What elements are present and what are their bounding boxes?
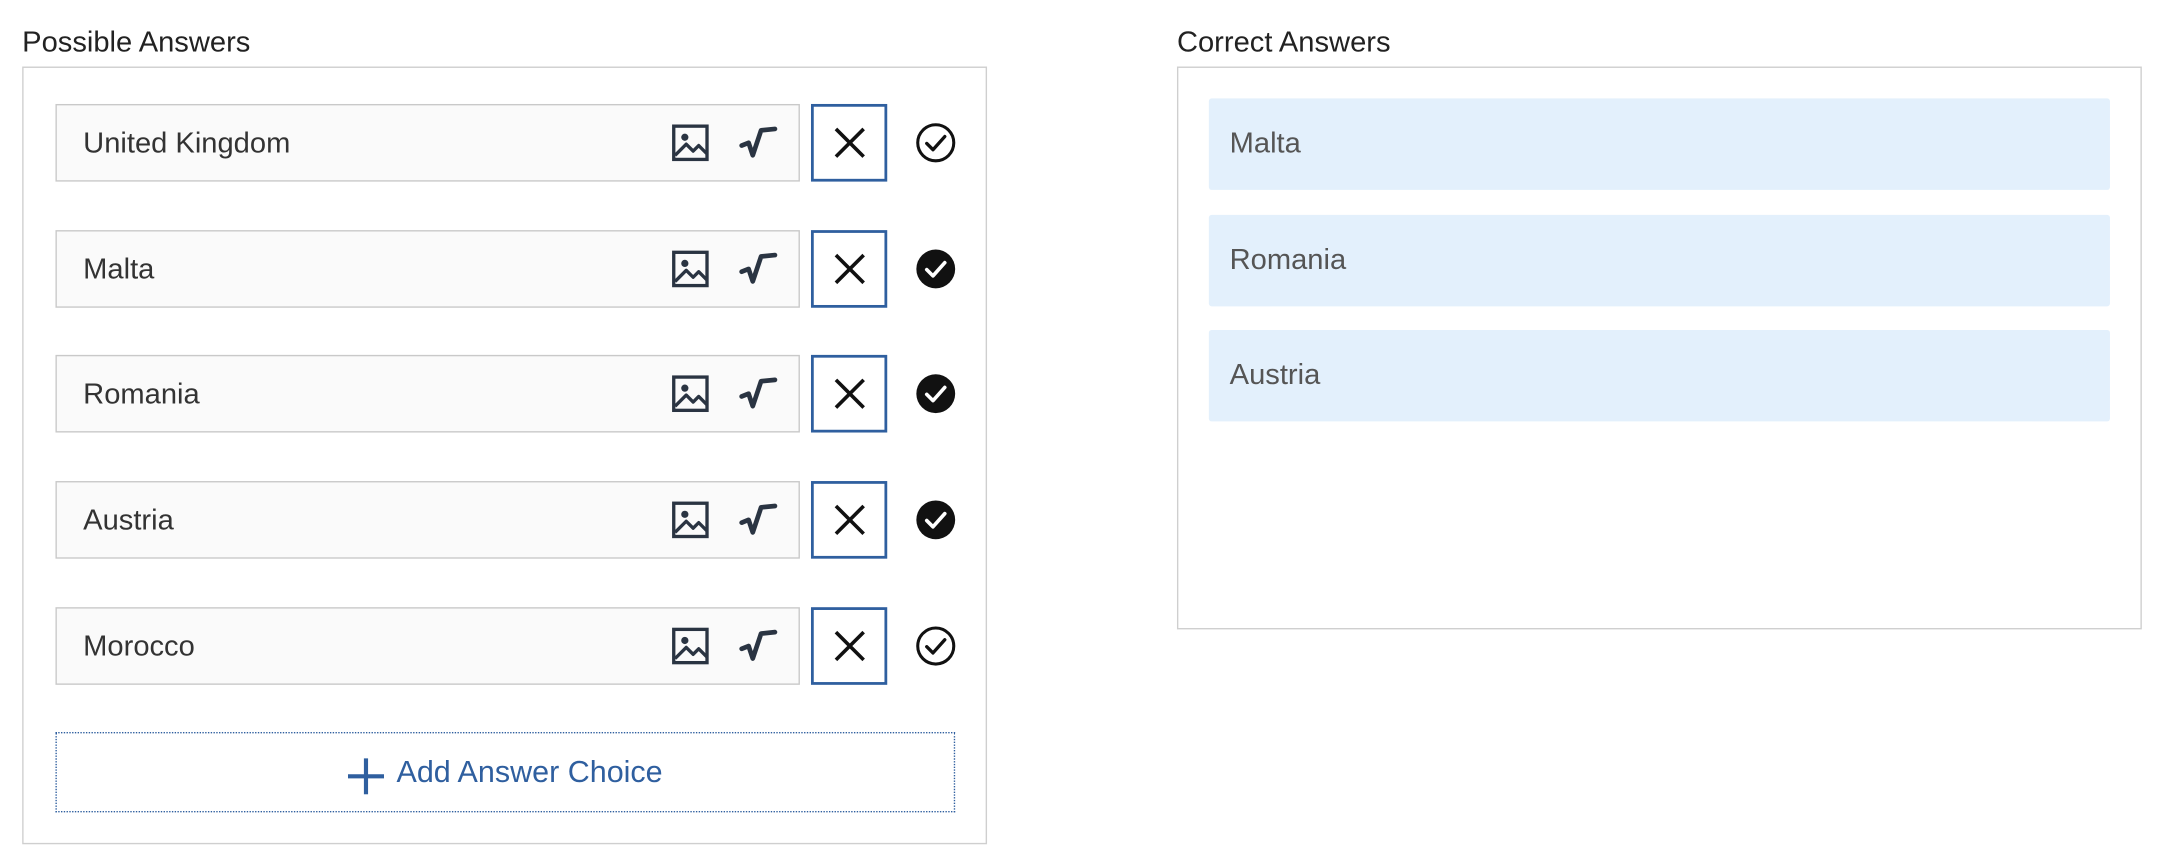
remove-answer-button[interactable] [810, 103, 888, 182]
close-icon [833, 127, 865, 158]
remove-answer-button[interactable] [810, 481, 888, 559]
square-root-icon[interactable] [739, 502, 778, 541]
square-root-icon[interactable] [739, 251, 778, 290]
image-icon[interactable] [671, 500, 710, 539]
answer-input[interactable]: United Kingdom [55, 103, 800, 182]
answer-row: Morocco [55, 607, 959, 687]
answer-row: United Kingdom [55, 103, 959, 184]
answer-input[interactable]: Morocco [55, 607, 800, 685]
correct-answer-item[interactable]: Malta [1208, 98, 2110, 190]
close-icon [833, 630, 865, 662]
check-circle-filled-icon[interactable] [915, 248, 957, 290]
correct-answers-panel: Malta Romania Austria [1176, 66, 2142, 630]
add-answer-choice-button[interactable]: Add Answer Choice [55, 731, 956, 813]
correct-answer-text: Malta [1229, 127, 1301, 160]
correct-answer-text: Austria [1229, 359, 1321, 391]
answer-row: Romania [55, 354, 959, 435]
correct-answer-item[interactable]: Romania [1208, 214, 2110, 307]
answer-input[interactable]: Austria [55, 481, 800, 559]
answer-text: Romania [83, 378, 200, 411]
square-root-icon[interactable] [739, 125, 778, 164]
remove-answer-button[interactable] [810, 230, 888, 308]
image-icon[interactable] [671, 250, 710, 289]
answer-input[interactable]: Malta [55, 230, 800, 308]
plus-icon [347, 758, 385, 795]
remove-answer-button[interactable] [810, 354, 888, 433]
remove-answer-button[interactable] [810, 607, 888, 685]
close-icon [833, 504, 865, 535]
check-circle-filled-icon[interactable] [915, 373, 957, 415]
image-icon[interactable] [671, 374, 710, 413]
image-icon[interactable] [671, 627, 710, 666]
answer-text: Morocco [83, 630, 195, 663]
possible-answers-title: Possible Answers [22, 26, 251, 59]
correct-answer-text: Romania [1229, 243, 1347, 276]
close-icon [833, 378, 865, 409]
answer-input[interactable]: Romania [55, 354, 800, 433]
image-icon[interactable] [671, 123, 710, 162]
correct-answer-item[interactable]: Austria [1208, 329, 2110, 422]
check-circle-filled-icon[interactable] [915, 499, 957, 541]
add-answer-choice-label: Add Answer Choice [396, 754, 663, 789]
close-icon [833, 253, 865, 285]
check-circle-icon[interactable] [915, 625, 957, 667]
square-root-icon[interactable] [739, 628, 778, 667]
answer-text: United Kingdom [83, 127, 291, 160]
answer-row: Malta [55, 230, 959, 310]
answer-row: Austria [55, 481, 959, 561]
answer-text: Malta [83, 253, 155, 286]
answer-text: Austria [83, 504, 174, 537]
correct-answers-title: Correct Answers [1176, 26, 1391, 59]
check-circle-icon[interactable] [915, 122, 957, 164]
square-root-icon[interactable] [739, 376, 778, 415]
possible-answers-panel: United Kingdom Malta Romania Austria Mor… [22, 66, 988, 845]
